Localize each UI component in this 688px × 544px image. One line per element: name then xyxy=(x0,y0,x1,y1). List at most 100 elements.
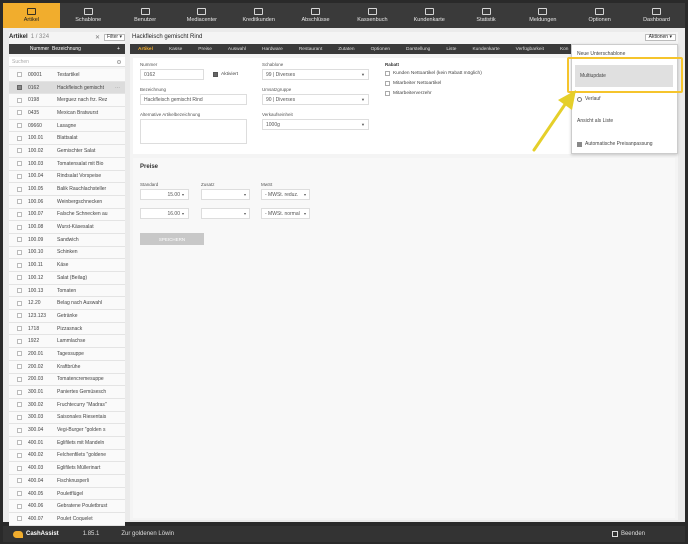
table-row[interactable]: 100.10 Schinken xyxy=(9,246,125,260)
table-row[interactable]: 100.08 Wurst-Käsesalat xyxy=(9,221,125,234)
nav-kundenkarte[interactable]: Kundenkarte xyxy=(401,3,458,28)
table-row[interactable]: 400.05 Pouletflügel xyxy=(9,487,125,501)
exit-button[interactable]: Beenden xyxy=(611,531,645,537)
table-row[interactable]: 0198 Merguez nach frz. Rez xyxy=(9,94,125,108)
row-checkbox[interactable] xyxy=(17,224,22,230)
list-search-input[interactable]: Suchen xyxy=(9,57,125,67)
row-checkbox[interactable] xyxy=(17,338,22,344)
table-row[interactable]: 200.02 Kraftbrühe xyxy=(9,360,125,374)
menu-item-history[interactable]: Verlauf xyxy=(572,92,677,106)
table-row[interactable]: 100.07 Falsche Schnecken au xyxy=(9,208,125,222)
row-checkbox[interactable] xyxy=(17,85,22,91)
table-row[interactable]: 100.11 Käse xyxy=(9,259,125,272)
row-checkbox[interactable] xyxy=(17,313,22,319)
row-checkbox[interactable] xyxy=(17,288,22,294)
save-button[interactable]: SPEICHERN xyxy=(140,233,204,245)
bezeichnung-field[interactable]: Hackfleisch gemischt Rind xyxy=(140,94,247,105)
table-row[interactable]: 400.03 Eglifilets Müllerinart xyxy=(9,462,125,475)
table-row[interactable]: 0162 Hackfleisch gemischt ⋯ xyxy=(9,81,125,95)
clear-filter-icon[interactable]: ✕ xyxy=(95,34,100,41)
row-checkbox[interactable] xyxy=(17,389,22,395)
row-checkbox[interactable] xyxy=(17,148,22,154)
row-checkbox[interactable] xyxy=(17,427,22,433)
table-row[interactable]: 400.01 Eglifilets mit Mandeln xyxy=(9,436,125,450)
menu-item-auto-price[interactable]: Automatische Preisanpassung xyxy=(572,137,677,151)
actions-dropdown[interactable]: Aktionen ▾ xyxy=(644,33,676,41)
table-row[interactable]: 100.12 Salat (Beilag) xyxy=(9,272,125,285)
zusatz-2-select[interactable]: ▾ xyxy=(201,208,250,219)
table-row[interactable]: 100.13 Tomaten xyxy=(9,284,125,298)
column-name[interactable]: Bezeichnung xyxy=(52,46,117,52)
verkaufseinheit-select[interactable]: 1000g ▼ xyxy=(262,119,369,130)
alt-bezeichnung-textarea[interactable] xyxy=(140,119,247,144)
tab-restaurant[interactable]: Restaurant xyxy=(291,47,330,52)
tab-darstellung[interactable]: Darstellung xyxy=(398,47,438,52)
row-more-icon[interactable]: ⋯ xyxy=(115,85,125,91)
row-checkbox[interactable] xyxy=(17,376,22,382)
nav-optionen[interactable]: Optionen xyxy=(571,3,628,28)
row-checkbox[interactable] xyxy=(17,161,22,167)
table-row[interactable]: 09660 Lasagne xyxy=(9,119,125,133)
table-row[interactable]: 100.06 Weinbergschnecken xyxy=(9,195,125,209)
table-row[interactable]: 300.02 Fruchtecurry "Madras" xyxy=(9,398,125,412)
table-row[interactable]: 12.20 Belag nach Auswahl xyxy=(9,297,125,311)
table-row[interactable]: 123.123 Getränke xyxy=(9,310,125,323)
column-number[interactable]: Nummer xyxy=(27,46,52,52)
table-row[interactable]: 200.03 Tomatencremesuppe xyxy=(9,373,125,387)
row-checkbox[interactable] xyxy=(17,186,22,192)
table-row[interactable]: 400.02 Felchenfilets "goldene xyxy=(9,449,125,463)
aktiviert-checkbox[interactable]: Aktiviert xyxy=(213,72,238,77)
nav-artikel[interactable]: Artikel xyxy=(3,3,60,28)
row-checkbox[interactable] xyxy=(17,110,22,116)
table-row[interactable]: 200.01 Tagessuppe xyxy=(9,348,125,361)
row-checkbox[interactable] xyxy=(17,262,22,268)
add-icon[interactable]: + xyxy=(117,46,125,52)
table-row[interactable]: 400.06 Gebratene Pouletbrust xyxy=(9,500,125,514)
nav-benutzer[interactable]: Benutzer xyxy=(117,3,174,28)
row-checkbox[interactable] xyxy=(17,440,22,446)
rabatt-option-3[interactable]: Mitarbeiterverzehr xyxy=(385,91,432,96)
nav-statistik[interactable]: Statistik xyxy=(458,3,515,28)
row-checkbox[interactable] xyxy=(17,364,22,370)
table-row[interactable]: 100.04 Rindsalat Vorspeise xyxy=(9,170,125,184)
tab-zutaten[interactable]: Zutaten xyxy=(330,47,362,52)
price-2-field[interactable]: 16.00 ▾ xyxy=(140,208,189,219)
row-checkbox[interactable] xyxy=(17,402,22,408)
row-checkbox[interactable] xyxy=(17,351,22,357)
tab-kundenkarte[interactable]: Kundenkarte xyxy=(464,47,507,52)
filter-dropdown[interactable]: Filter ▾ xyxy=(103,33,125,41)
row-checkbox[interactable] xyxy=(17,516,22,522)
row-checkbox[interactable] xyxy=(17,452,22,458)
row-checkbox[interactable] xyxy=(17,173,22,179)
row-checkbox[interactable] xyxy=(17,237,22,243)
tab-artikel[interactable]: Artikel xyxy=(130,47,161,52)
menu-item-list-view[interactable]: Ansicht als Liste xyxy=(572,114,677,128)
nav-dashboard[interactable]: Dashboard xyxy=(628,3,685,28)
nav-meldungen[interactable]: Meldungen xyxy=(514,3,571,28)
mwst-2-select[interactable]: - MWSt. normal ▾ xyxy=(261,208,310,219)
row-checkbox[interactable] xyxy=(17,491,22,497)
mwst-1-select[interactable]: - MWSt. reduz. ▾ xyxy=(261,189,310,200)
table-row[interactable]: 0435 Mexican Bratwurst xyxy=(9,107,125,120)
row-checkbox[interactable] xyxy=(17,478,22,484)
tab-kasse[interactable]: Kasse xyxy=(161,47,190,52)
table-row[interactable]: 100.09 Sandwich xyxy=(9,233,125,247)
tab-auswahl[interactable]: Auswahl xyxy=(220,47,254,52)
nav-mediacenter[interactable]: Mediacenter xyxy=(173,3,230,28)
table-row[interactable]: 400.07 Poulet Coquelet xyxy=(9,513,125,526)
row-checkbox[interactable] xyxy=(17,414,22,420)
row-checkbox[interactable] xyxy=(17,135,22,141)
row-checkbox[interactable] xyxy=(17,275,22,281)
tab-hardware[interactable]: Hardware xyxy=(254,47,291,52)
umsatzgruppe-select[interactable]: 90 | Diverses ▼ xyxy=(262,94,369,105)
price-1-field[interactable]: 15.00 ▾ xyxy=(140,189,189,200)
tab-liste[interactable]: Liste xyxy=(438,47,464,52)
table-row[interactable]: 00001 Testartikel xyxy=(9,69,125,82)
nav-kassenbuch[interactable]: Kassenbuch xyxy=(344,3,401,28)
nummer-field[interactable]: 0162 xyxy=(140,69,204,80)
row-checkbox[interactable] xyxy=(17,249,22,255)
row-checkbox[interactable] xyxy=(17,123,22,129)
table-row[interactable]: 400.04 Fischknusperli xyxy=(9,475,125,488)
table-row[interactable]: 100.05 Balik Rauchlachsteller xyxy=(9,183,125,196)
row-checkbox[interactable] xyxy=(17,211,22,217)
